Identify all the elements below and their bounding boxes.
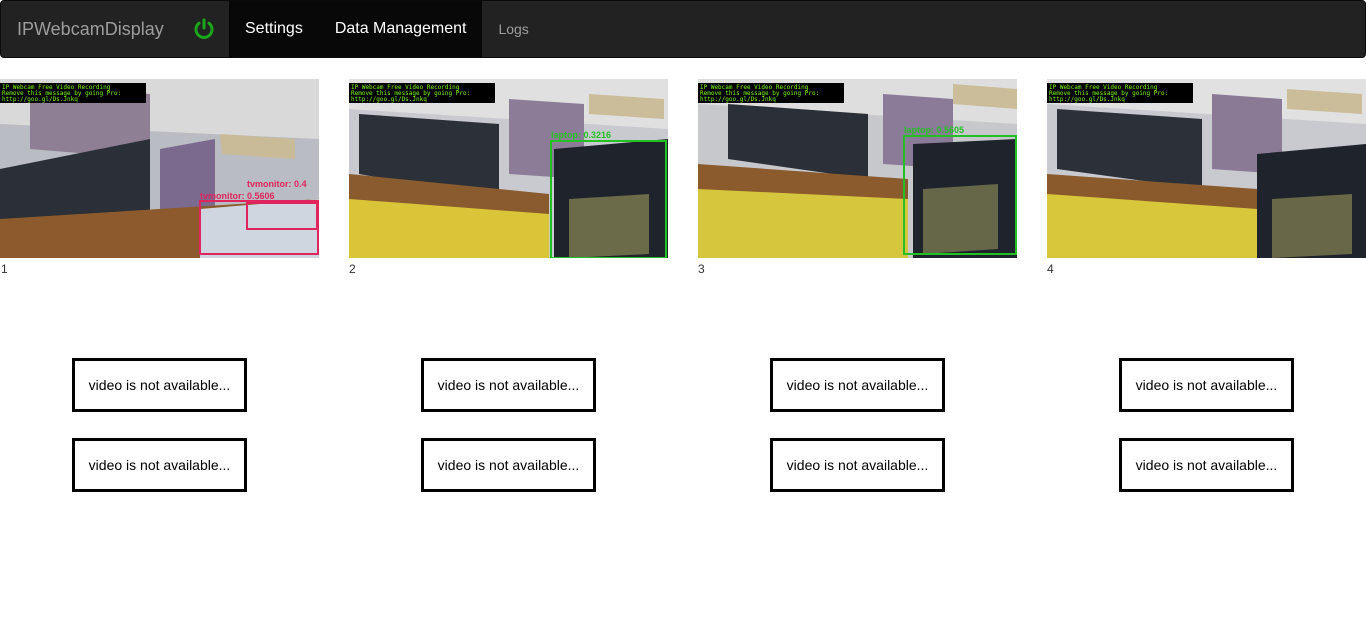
camera-label-2: 2: [349, 262, 356, 276]
camera-label-4: 4: [1047, 262, 1054, 276]
video-unavailable-box: video is not available...: [421, 438, 596, 492]
navbar: IPWebcamDisplay Settings Data Management…: [0, 0, 1366, 58]
nav-data-management-label: Data Management: [334, 20, 467, 37]
osd-line: http://goo.gl/Ds.Jnkq: [351, 96, 427, 103]
nav-logs-label: Logs: [498, 21, 529, 37]
video-unavailable-text: video is not available...: [88, 457, 231, 473]
video-unavailable-box: video is not available...: [770, 438, 945, 492]
video-unavailable-box: video is not available...: [421, 358, 596, 412]
detection-label-2: laptop: 0.3216: [551, 130, 611, 140]
nav-data-management[interactable]: Data Management: [318, 1, 483, 57]
video-unavailable-text: video is not available...: [786, 377, 929, 393]
osd-line: http://goo.gl/Ds.Jnkq: [1049, 96, 1125, 103]
camera-feed-4[interactable]: IP Webcam Free Video Recording Remove th…: [1047, 79, 1366, 258]
video-unavailable-text: video is not available...: [786, 457, 929, 473]
detection-label-1b: tvmonitor: 0.4: [247, 179, 307, 189]
nav-settings-label: Settings: [245, 20, 303, 37]
video-unavailable-text: video is not available...: [437, 377, 580, 393]
detection-label-3: laptop: 0.5605: [904, 125, 964, 135]
video-unavailable-text: video is not available...: [1135, 457, 1278, 473]
camera-feed-1[interactable]: tvmonitor: 0.5606 tvmonitor: 0.4 IP Webc…: [0, 79, 319, 258]
camera-image-3: laptop: 0.5605 IP Webcam Free Video Reco…: [698, 79, 1017, 258]
video-unavailable-box: video is not available...: [72, 358, 247, 412]
osd-line: http://goo.gl/Ds.Jnkq: [700, 96, 776, 103]
camera-feed-3[interactable]: laptop: 0.5605 IP Webcam Free Video Reco…: [698, 79, 1017, 258]
camera-label-3: 3: [698, 262, 705, 276]
video-unavailable-box: video is not available...: [770, 358, 945, 412]
nav-settings[interactable]: Settings: [229, 1, 319, 57]
video-unavailable-text: video is not available...: [437, 457, 580, 473]
video-unavailable-text: video is not available...: [88, 377, 231, 393]
camera-label-1: 1: [1, 262, 8, 276]
camera-image-1: tvmonitor: 0.5606 tvmonitor: 0.4 IP Webc…: [0, 79, 319, 258]
camera-image-2: laptop: 0.3216 IP Webcam Free Video Reco…: [349, 79, 668, 258]
nav-logs[interactable]: Logs: [482, 1, 544, 57]
video-unavailable-box: video is not available...: [1119, 358, 1294, 412]
camera-feed-2[interactable]: laptop: 0.3216 IP Webcam Free Video Reco…: [349, 79, 668, 258]
video-unavailable-box: video is not available...: [1119, 438, 1294, 492]
detection-label-1a: tvmonitor: 0.5606: [200, 191, 275, 201]
osd-line: http://goo.gl/Ds.Jnkq: [2, 96, 78, 103]
brand-title[interactable]: IPWebcamDisplay: [1, 1, 179, 57]
video-unavailable-box: video is not available...: [72, 438, 247, 492]
video-unavailable-text: video is not available...: [1135, 377, 1278, 393]
camera-image-4: IP Webcam Free Video Recording Remove th…: [1047, 79, 1366, 258]
power-button[interactable]: [179, 1, 229, 57]
power-icon: [194, 18, 214, 39]
